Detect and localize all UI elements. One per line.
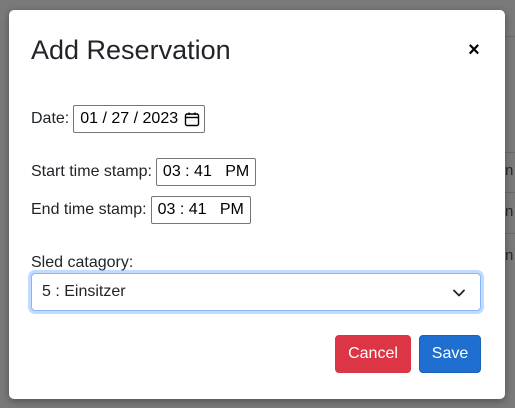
- start-time-input[interactable]: 03 : 41 PM: [155, 158, 257, 186]
- start-time-label: Start time stamp:: [31, 163, 152, 180]
- sled-category-label: Sled catagory:: [31, 254, 134, 271]
- add-reservation-modal: Add Reservation × Date: 01 / 27 / 2023 S…: [9, 10, 505, 399]
- end-time-input[interactable]: 03 : 41 PM: [150, 196, 251, 224]
- divider: [9, 152, 505, 153]
- end-time-label: End time stamp:: [31, 201, 147, 218]
- save-button[interactable]: Save: [419, 335, 481, 373]
- modal-title: Add Reservation: [31, 35, 231, 65]
- start-time-value: 03 : 41 PM: [162, 163, 250, 180]
- background-table-cell: n: [505, 162, 514, 179]
- date-input[interactable]: 01 / 27 / 2023: [73, 105, 206, 133]
- chevron-down-icon: [453, 289, 465, 297]
- cancel-button[interactable]: Cancel: [335, 335, 411, 373]
- sled-category-selected-value: 5 : Einsitzer: [42, 283, 126, 300]
- start-time-row: Start time stamp: 03 : 41 PM: [31, 158, 257, 186]
- background-table-cell: n: [505, 203, 514, 220]
- end-time-value: 03 : 41 PM: [157, 201, 244, 218]
- date-value: 01 / 27 / 2023: [80, 110, 179, 127]
- calendar-icon[interactable]: [184, 111, 200, 127]
- background-table-cell: n: [505, 247, 514, 264]
- date-label: Date:: [31, 110, 70, 127]
- date-row: Date: 01 / 27 / 2023: [31, 105, 206, 133]
- end-time-row: End time stamp: 03 : 41 PM: [31, 196, 251, 224]
- sled-category-select[interactable]: 5 : Einsitzer: [31, 273, 481, 311]
- close-button[interactable]: ×: [465, 40, 483, 60]
